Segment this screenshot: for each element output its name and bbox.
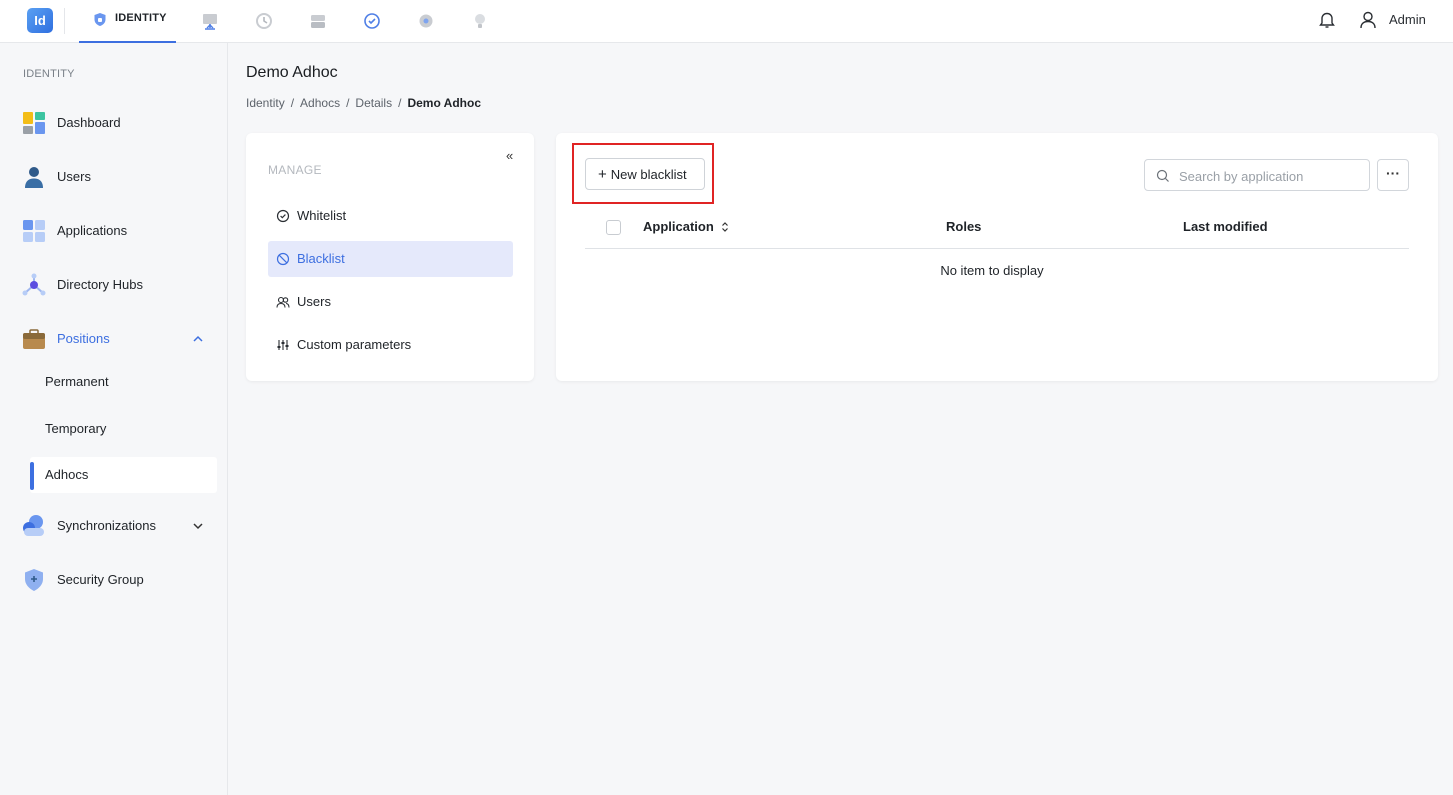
manage-section-title: MANAGE bbox=[268, 163, 322, 177]
sidebar: IDENTITY Dashboard Users Applications Di… bbox=[0, 43, 228, 795]
app-logo[interactable]: Id bbox=[27, 8, 53, 33]
sidebar-item-positions[interactable]: Positions bbox=[0, 319, 228, 359]
search-icon bbox=[1156, 169, 1169, 182]
collapse-panel-button[interactable]: « bbox=[506, 148, 513, 163]
cloud-sync-icon bbox=[23, 515, 44, 536]
column-header-application[interactable]: Application bbox=[643, 219, 714, 234]
breadcrumb-separator: / bbox=[346, 96, 350, 110]
manage-item-blacklist[interactable]: Blacklist bbox=[268, 241, 513, 277]
sidebar-item-users[interactable]: Users bbox=[0, 157, 228, 197]
breadcrumb-item[interactable]: Identity bbox=[246, 96, 285, 110]
sidebar-item-label: Positions bbox=[57, 331, 110, 346]
sliders-icon bbox=[277, 340, 289, 350]
manage-item-label: Custom parameters bbox=[297, 337, 412, 352]
users-icon bbox=[276, 296, 290, 308]
empty-state: No item to display bbox=[940, 263, 1044, 278]
select-all-checkbox[interactable] bbox=[606, 220, 621, 235]
search-input[interactable] bbox=[1179, 166, 1359, 186]
manage-item-label: Blacklist bbox=[297, 251, 345, 266]
breadcrumb-item[interactable]: Adhocs bbox=[300, 96, 340, 110]
sidebar-subitem-temporary[interactable]: Temporary bbox=[30, 411, 217, 447]
breadcrumb-item[interactable]: Details bbox=[355, 96, 392, 110]
tab-identity[interactable]: IDENTITY bbox=[79, 0, 176, 43]
user-icon bbox=[25, 167, 43, 188]
breadcrumb: Identity / Adhocs / Details / Demo Adhoc bbox=[246, 96, 481, 110]
chevron-down-icon[interactable] bbox=[191, 519, 205, 533]
sidebar-subitem-label: Adhocs bbox=[45, 467, 89, 482]
manage-item-label: Users bbox=[297, 294, 331, 309]
breadcrumb-separator: / bbox=[398, 96, 402, 110]
plus-icon: + bbox=[598, 165, 607, 183]
sidebar-item-label: Dashboard bbox=[57, 115, 121, 130]
check-circle-icon bbox=[276, 209, 290, 223]
sidebar-subitem-permanent[interactable]: Permanent bbox=[30, 364, 217, 400]
shield-icon bbox=[25, 569, 43, 591]
manage-item-users[interactable]: Users bbox=[268, 284, 513, 320]
tab-identity-label: IDENTITY bbox=[115, 12, 167, 24]
table-header: Application Roles Last modified bbox=[585, 209, 1409, 249]
lightbulb-icon[interactable] bbox=[469, 10, 491, 32]
sidebar-item-label: Directory Hubs bbox=[57, 277, 143, 292]
sidebar-subitem-label: Temporary bbox=[45, 421, 107, 436]
sidebar-item-label: Users bbox=[57, 169, 91, 184]
user-avatar-icon[interactable] bbox=[1359, 10, 1377, 30]
sidebar-item-label: Security Group bbox=[57, 572, 144, 587]
ban-icon bbox=[276, 252, 290, 266]
briefcase-icon bbox=[23, 329, 45, 349]
active-indicator bbox=[30, 462, 34, 490]
dashboard-icon bbox=[23, 112, 45, 134]
column-header-last-modified: Last modified bbox=[1183, 219, 1268, 234]
sidebar-item-label: Synchronizations bbox=[57, 518, 156, 533]
history-icon[interactable] bbox=[253, 10, 275, 32]
sidebar-item-synchronizations[interactable]: Synchronizations bbox=[0, 506, 228, 546]
page-title: Demo Adhoc bbox=[246, 64, 338, 81]
sidebar-item-applications[interactable]: Applications bbox=[0, 211, 228, 251]
sidebar-subitem-adhocs[interactable]: Adhocs bbox=[30, 457, 217, 493]
new-blacklist-button[interactable]: + New blacklist bbox=[585, 158, 705, 190]
new-blacklist-label: New blacklist bbox=[610, 166, 687, 182]
column-header-roles: Roles bbox=[946, 219, 982, 234]
manage-item-whitelist[interactable]: Whitelist bbox=[268, 198, 513, 234]
chevron-up-icon[interactable] bbox=[191, 332, 205, 346]
bell-icon[interactable] bbox=[1318, 10, 1336, 30]
sidebar-section-title: IDENTITY bbox=[23, 68, 75, 80]
storage-icon[interactable] bbox=[307, 10, 329, 32]
sort-icon[interactable] bbox=[721, 221, 729, 233]
divider bbox=[64, 8, 65, 34]
manage-panel: « MANAGE Whitelist Blacklist Users Custo… bbox=[246, 133, 534, 381]
applications-icon bbox=[23, 220, 45, 242]
search-box[interactable] bbox=[1144, 159, 1370, 191]
top-bar: Id IDENTITY Admin bbox=[0, 0, 1453, 43]
shield-icon bbox=[94, 13, 106, 26]
monitor-icon[interactable] bbox=[199, 10, 221, 32]
sidebar-item-dashboard[interactable]: Dashboard bbox=[0, 103, 228, 143]
blacklist-panel: +New blacklist ··· Application Roles Las… bbox=[556, 133, 1438, 381]
manage-item-custom-parameters[interactable]: Custom parameters bbox=[268, 327, 513, 363]
sidebar-subitem-label: Permanent bbox=[45, 374, 109, 389]
breadcrumb-current: Demo Adhoc bbox=[407, 96, 482, 110]
breadcrumb-separator: / bbox=[290, 96, 295, 110]
settings-icon[interactable] bbox=[415, 10, 437, 32]
user-name[interactable]: Admin bbox=[1389, 12, 1426, 27]
sidebar-item-label: Applications bbox=[57, 223, 128, 238]
more-options-button[interactable]: ··· bbox=[1377, 159, 1409, 191]
hub-icon bbox=[22, 273, 46, 296]
sidebar-item-directory-hubs[interactable]: Directory Hubs bbox=[0, 265, 228, 305]
sidebar-item-security-group[interactable]: Security Group bbox=[0, 560, 228, 600]
check-circle-icon[interactable] bbox=[361, 10, 383, 32]
manage-item-label: Whitelist bbox=[297, 208, 347, 223]
